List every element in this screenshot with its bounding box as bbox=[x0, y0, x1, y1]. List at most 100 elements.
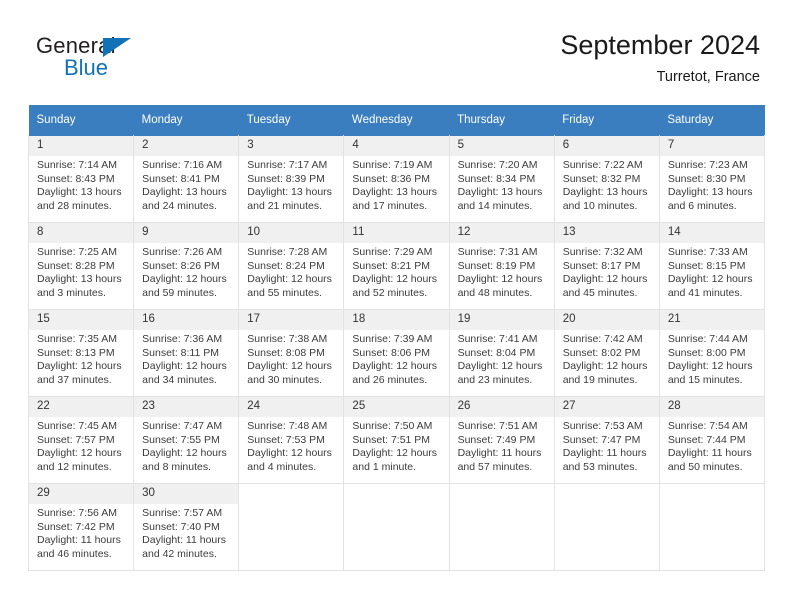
calendar-day-cell[interactable]: 14 Sunrise: 7:33 AM Sunset: 8:15 PM Dayligh… bbox=[658, 222, 766, 310]
day-number: 1 bbox=[29, 136, 134, 156]
daylight-duration-line1: Daylight: 13 hours bbox=[37, 186, 122, 199]
calendar-day-cell[interactable]: 22 Sunrise: 7:45 AM Sunset: 7:57 PM Dayligh… bbox=[27, 396, 135, 484]
day-details: Sunrise: 7:51 AM Sunset: 7:49 PM Daylight:… bbox=[450, 417, 554, 474]
calendar-day-cell[interactable]: 10 Sunrise: 7:28 AM Sunset: 8:24 PM Dayligh… bbox=[238, 222, 345, 310]
daylight-duration-line1: Daylight: 12 hours bbox=[247, 360, 332, 373]
day-number: 13 bbox=[554, 223, 659, 243]
day-number: 20 bbox=[554, 310, 659, 330]
calendar-cell-empty bbox=[343, 483, 450, 571]
sunrise-time: Sunrise: 7:38 AM bbox=[247, 333, 328, 345]
sunset-time: Sunset: 7:53 PM bbox=[247, 433, 325, 446]
calendar-day-cell[interactable]: 27 Sunrise: 7:53 AM Sunset: 7:47 PM Dayligh… bbox=[553, 396, 660, 484]
calendar-day-cell[interactable]: 12 Sunrise: 7:31 AM Sunset: 8:19 PM Dayligh… bbox=[448, 222, 555, 310]
calendar-day-cell[interactable]: 4 Sunrise: 7:19 AM Sunset: 8:36 PM Daylight… bbox=[343, 135, 450, 223]
page-header: General Blue September 2024 Turretot, Fr… bbox=[28, 28, 764, 94]
sunset-time: Sunset: 8:43 PM bbox=[37, 172, 115, 185]
daylight-duration-line1: Daylight: 13 hours bbox=[247, 186, 332, 199]
calendar-day-cell[interactable]: 17 Sunrise: 7:38 AM Sunset: 8:08 PM Dayligh… bbox=[238, 309, 345, 397]
calendar-week-row: 1 Sunrise: 7:14 AM Sunset: 8:43 PM Daylight… bbox=[27, 135, 766, 223]
calendar-day-cell[interactable]: 24 Sunrise: 7:48 AM Sunset: 7:53 PM Dayligh… bbox=[238, 396, 345, 484]
sunrise-time: Sunrise: 7:31 AM bbox=[457, 246, 538, 258]
day-number: 18 bbox=[344, 310, 449, 330]
daylight-duration-line2: and 37 minutes. bbox=[37, 373, 112, 386]
calendar-cell-empty bbox=[448, 483, 555, 571]
day-number: 4 bbox=[344, 136, 449, 156]
daylight-duration-line2: and 41 minutes. bbox=[667, 286, 743, 299]
sunset-time: Sunset: 7:42 PM bbox=[37, 520, 115, 533]
calendar-week-row: 22 Sunrise: 7:45 AM Sunset: 7:57 PM Dayligh… bbox=[27, 396, 766, 484]
calendar-day-cell[interactable]: 2 Sunrise: 7:16 AM Sunset: 8:41 PM Daylight… bbox=[133, 135, 240, 223]
day-number: 29 bbox=[29, 484, 134, 504]
calendar-day-cell[interactable]: 9 Sunrise: 7:26 AM Sunset: 8:26 PM Daylight… bbox=[133, 222, 240, 310]
calendar-day-cell[interactable]: 16 Sunrise: 7:36 AM Sunset: 8:11 PM Dayligh… bbox=[133, 309, 240, 397]
daylight-duration-line2: and 53 minutes. bbox=[562, 460, 638, 473]
day-number: 5 bbox=[449, 136, 554, 156]
day-details: Sunrise: 7:39 AM Sunset: 8:06 PM Daylight:… bbox=[344, 330, 448, 387]
daylight-duration-line2: and 50 minutes. bbox=[667, 460, 743, 473]
day-details: Sunrise: 7:56 AM Sunset: 7:42 PM Daylight:… bbox=[29, 504, 133, 561]
daylight-duration-line1: Daylight: 12 hours bbox=[247, 447, 332, 460]
sunrise-time: Sunrise: 7:44 AM bbox=[667, 333, 748, 345]
calendar-day-cell[interactable]: 8 Sunrise: 7:25 AM Sunset: 8:28 PM Daylight… bbox=[27, 222, 135, 310]
calendar-day-cell[interactable]: 7 Sunrise: 7:23 AM Sunset: 8:30 PM Daylight… bbox=[658, 135, 766, 223]
sunrise-sunset-calendar: Sunday Monday Tuesday Wednesday Thursday… bbox=[27, 105, 766, 571]
calendar-day-cell[interactable]: 19 Sunrise: 7:41 AM Sunset: 8:04 PM Dayligh… bbox=[448, 309, 555, 397]
weekday-header-monday: Monday bbox=[133, 105, 239, 136]
calendar-day-cell[interactable]: 25 Sunrise: 7:50 AM Sunset: 7:51 PM Dayligh… bbox=[343, 396, 450, 484]
sunset-time: Sunset: 8:08 PM bbox=[247, 346, 325, 359]
sunrise-time: Sunrise: 7:51 AM bbox=[457, 420, 538, 432]
calendar-day-cell[interactable]: 1 Sunrise: 7:14 AM Sunset: 8:43 PM Daylight… bbox=[27, 135, 135, 223]
day-details: Sunrise: 7:22 AM Sunset: 8:32 PM Daylight:… bbox=[555, 156, 659, 213]
sunset-time: Sunset: 8:00 PM bbox=[667, 346, 746, 359]
daylight-duration-line2: and 6 minutes. bbox=[667, 199, 737, 212]
day-details: Sunrise: 7:50 AM Sunset: 7:51 PM Daylight:… bbox=[344, 417, 448, 474]
day-number: 6 bbox=[554, 136, 659, 156]
day-details: Sunrise: 7:23 AM Sunset: 8:30 PM Daylight:… bbox=[660, 156, 764, 213]
calendar-day-cell[interactable]: 30 Sunrise: 7:57 AM Sunset: 7:40 PM Dayligh… bbox=[133, 483, 240, 571]
sunset-time: Sunset: 8:17 PM bbox=[562, 259, 641, 272]
day-number: 14 bbox=[659, 223, 764, 243]
sunrise-time: Sunrise: 7:54 AM bbox=[667, 420, 748, 432]
day-number: 8 bbox=[29, 223, 134, 243]
calendar-day-cell[interactable]: 18 Sunrise: 7:39 AM Sunset: 8:06 PM Dayligh… bbox=[343, 309, 450, 397]
daylight-duration-line1: Daylight: 12 hours bbox=[352, 360, 438, 373]
sunrise-time: Sunrise: 7:39 AM bbox=[352, 333, 433, 345]
daylight-duration-line2: and 42 minutes. bbox=[142, 547, 217, 560]
day-details: Sunrise: 7:54 AM Sunset: 7:44 PM Daylight:… bbox=[660, 417, 764, 474]
calendar-day-cell[interactable]: 6 Sunrise: 7:22 AM Sunset: 8:32 PM Daylight… bbox=[553, 135, 660, 223]
calendar-day-cell[interactable]: 26 Sunrise: 7:51 AM Sunset: 7:49 PM Dayligh… bbox=[448, 396, 555, 484]
sunset-time: Sunset: 7:47 PM bbox=[562, 433, 641, 446]
calendar-day-cell[interactable]: 11 Sunrise: 7:29 AM Sunset: 8:21 PM Dayligh… bbox=[343, 222, 450, 310]
sunrise-time: Sunrise: 7:47 AM bbox=[142, 420, 223, 432]
sunset-time: Sunset: 8:30 PM bbox=[667, 172, 746, 185]
daylight-duration-line1: Daylight: 12 hours bbox=[562, 273, 648, 286]
calendar-day-cell[interactable]: 13 Sunrise: 7:32 AM Sunset: 8:17 PM Dayligh… bbox=[553, 222, 660, 310]
calendar-day-cell[interactable]: 23 Sunrise: 7:47 AM Sunset: 7:55 PM Dayligh… bbox=[133, 396, 240, 484]
calendar-day-cell[interactable]: 28 Sunrise: 7:54 AM Sunset: 7:44 PM Dayligh… bbox=[658, 396, 766, 484]
day-number: 11 bbox=[344, 223, 449, 243]
calendar-day-cell[interactable]: 21 Sunrise: 7:44 AM Sunset: 8:00 PM Dayligh… bbox=[658, 309, 766, 397]
sunset-time: Sunset: 8:34 PM bbox=[457, 172, 536, 185]
daylight-duration-line2: and 30 minutes. bbox=[247, 373, 322, 386]
day-details: Sunrise: 7:48 AM Sunset: 7:53 PM Daylight:… bbox=[239, 417, 343, 474]
calendar-day-cell[interactable]: 20 Sunrise: 7:42 AM Sunset: 8:02 PM Dayligh… bbox=[553, 309, 660, 397]
sunrise-time: Sunrise: 7:57 AM bbox=[142, 507, 223, 519]
sunset-time: Sunset: 8:28 PM bbox=[37, 259, 115, 272]
day-number: 7 bbox=[659, 136, 764, 156]
calendar-day-cell[interactable]: 3 Sunrise: 7:17 AM Sunset: 8:39 PM Daylight… bbox=[238, 135, 345, 223]
daylight-duration-line2: and 4 minutes. bbox=[247, 460, 317, 473]
day-details: Sunrise: 7:47 AM Sunset: 7:55 PM Daylight:… bbox=[134, 417, 238, 474]
day-details: Sunrise: 7:36 AM Sunset: 8:11 PM Daylight:… bbox=[134, 330, 238, 387]
sunrise-time: Sunrise: 7:14 AM bbox=[37, 159, 117, 171]
sunrise-time: Sunrise: 7:26 AM bbox=[142, 246, 223, 258]
daylight-duration-line2: and 8 minutes. bbox=[142, 460, 212, 473]
calendar-day-cell[interactable]: 29 Sunrise: 7:56 AM Sunset: 7:42 PM Dayligh… bbox=[27, 483, 135, 571]
daylight-duration-line1: Daylight: 13 hours bbox=[142, 186, 227, 199]
weekday-header-saturday: Saturday bbox=[659, 105, 765, 136]
calendar-day-cell[interactable]: 15 Sunrise: 7:35 AM Sunset: 8:13 PM Dayligh… bbox=[27, 309, 135, 397]
daylight-duration-line1: Daylight: 12 hours bbox=[457, 360, 543, 373]
calendar-day-cell[interactable]: 5 Sunrise: 7:20 AM Sunset: 8:34 PM Daylight… bbox=[448, 135, 555, 223]
sunrise-time: Sunrise: 7:56 AM bbox=[37, 507, 117, 519]
daylight-duration-line1: Daylight: 12 hours bbox=[667, 360, 753, 373]
sunset-time: Sunset: 7:40 PM bbox=[142, 520, 220, 533]
